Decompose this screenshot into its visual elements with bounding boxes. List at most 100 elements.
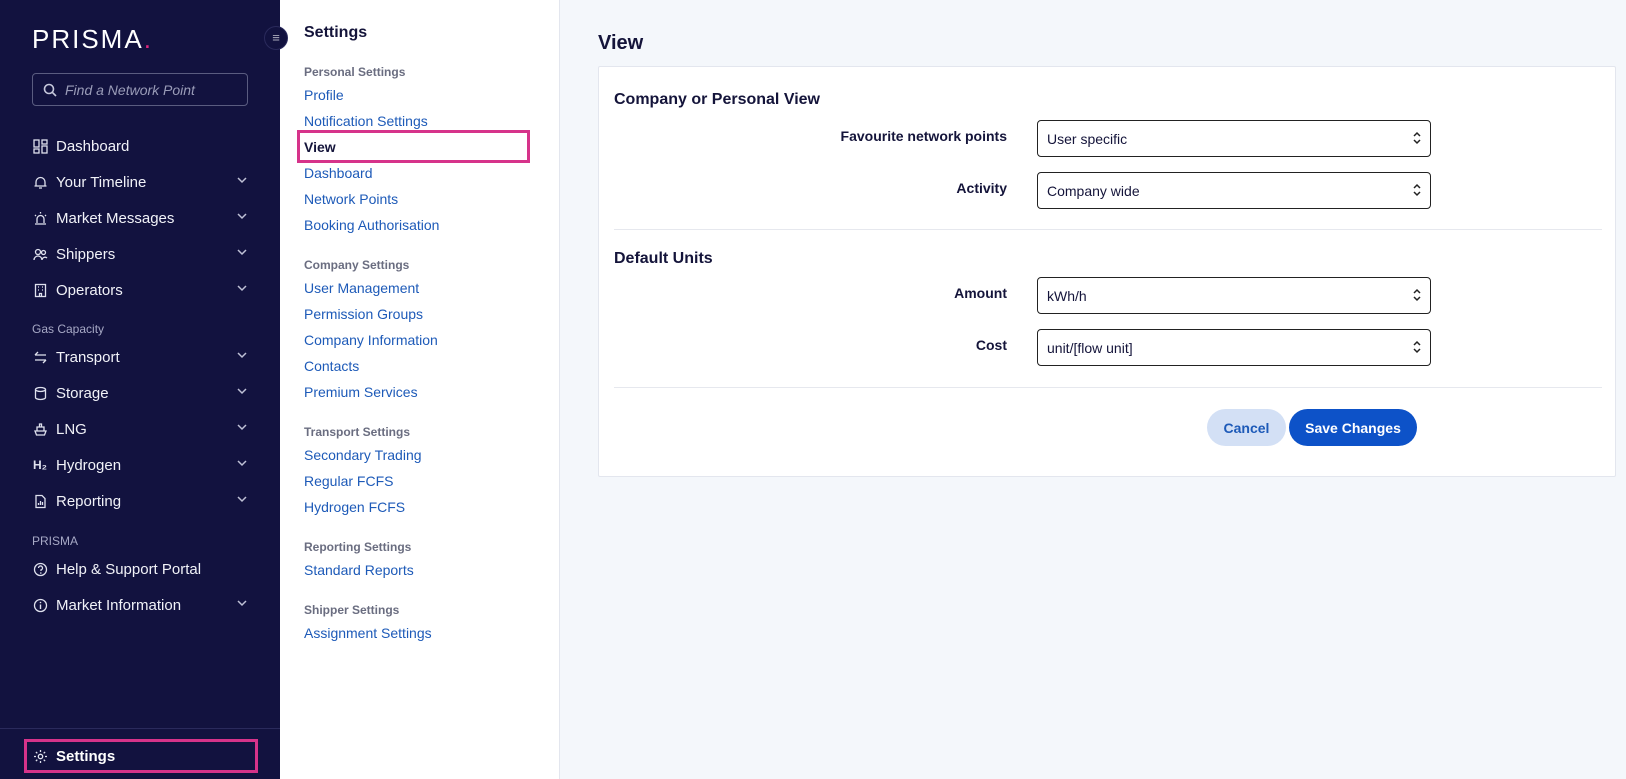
chevron-down-icon: [237, 177, 247, 184]
section-divider: [614, 387, 1602, 388]
select-value: unit/[flow unit]: [1047, 339, 1133, 356]
select-value: kWh/h: [1047, 287, 1087, 304]
select-value: User specific: [1047, 130, 1128, 147]
network-point-search[interactable]: [32, 73, 248, 106]
section-transport-settings: Transport Settings: [304, 425, 411, 439]
nav-settings[interactable]: Settings: [24, 739, 258, 773]
link-dashboard[interactable]: Dashboard: [304, 165, 373, 181]
section-personal-settings: Personal Settings: [304, 65, 406, 79]
nav-reporting[interactable]: Reporting: [32, 489, 248, 513]
database-icon: [32, 385, 48, 401]
collapse-sidebar-button[interactable]: ≡: [264, 26, 288, 50]
link-company-information[interactable]: Company Information: [304, 332, 438, 348]
nav-operators[interactable]: Operators: [32, 278, 248, 302]
nav-label: Transport: [56, 348, 120, 366]
link-notification-settings[interactable]: Notification Settings: [304, 113, 428, 129]
menu-icon: ≡: [272, 30, 280, 45]
select-arrows-icon: [1413, 340, 1421, 354]
nav-label: Storage: [56, 384, 109, 402]
users-icon: [32, 246, 48, 262]
search-icon: [43, 83, 57, 97]
cost-unit-select[interactable]: unit/[flow unit]: [1037, 329, 1431, 366]
nav-dashboard[interactable]: Dashboard: [32, 134, 248, 158]
nav-transport[interactable]: Transport: [32, 345, 248, 369]
nav-label: Operators: [56, 281, 123, 299]
view-settings-card: Company or Personal View Favourite netwo…: [598, 66, 1616, 477]
bell-icon: [32, 174, 48, 190]
chevron-down-icon: [237, 213, 247, 220]
prisma-logo[interactable]: PRISMA.: [32, 24, 153, 55]
nav-label: Your Timeline: [56, 173, 147, 191]
info-icon: [32, 597, 48, 613]
cancel-button[interactable]: Cancel: [1207, 409, 1286, 446]
section-prisma: PRISMA: [32, 534, 79, 548]
nav-market-messages[interactable]: Market Messages: [32, 206, 248, 230]
activity-label: Activity: [956, 180, 1007, 196]
nav-lng[interactable]: LNG: [32, 417, 248, 441]
amount-unit-select[interactable]: kWh/h: [1037, 277, 1431, 314]
nav-label: Settings: [56, 747, 116, 765]
chevron-down-icon: [237, 388, 247, 395]
favourite-network-points-select[interactable]: User specific: [1037, 120, 1431, 157]
help-icon: [32, 561, 48, 577]
nav-label: Help & Support Portal: [56, 560, 202, 578]
settings-submenu: Settings Personal Settings Profile Notif…: [280, 0, 560, 779]
link-user-management[interactable]: User Management: [304, 280, 419, 296]
activity-select[interactable]: Company wide: [1037, 172, 1431, 209]
h2-icon: H₂: [33, 458, 47, 472]
section-company-settings: Company Settings: [304, 258, 410, 272]
nav-hydrogen[interactable]: H₂ Hydrogen: [32, 453, 248, 477]
link-secondary-trading[interactable]: Secondary Trading: [304, 447, 422, 463]
amount-label: Amount: [954, 285, 1007, 301]
select-value: Company wide: [1047, 182, 1140, 199]
submenu-title: Settings: [304, 24, 368, 41]
chevron-down-icon: [237, 352, 247, 359]
link-view[interactable]: View: [304, 139, 336, 155]
main-sidebar: PRISMA. Dashboard Your Timeline Market M…: [0, 0, 280, 779]
section-shipper-settings: Shipper Settings: [304, 603, 400, 617]
link-standard-reports[interactable]: Standard Reports: [304, 562, 414, 578]
nav-market-information[interactable]: Market Information: [32, 593, 248, 617]
transfer-icon: [32, 349, 48, 365]
link-regular-fcfs[interactable]: Regular FCFS: [304, 473, 393, 489]
chevron-down-icon: [237, 424, 247, 431]
link-assignment-settings[interactable]: Assignment Settings: [304, 625, 432, 641]
favourite-label: Favourite network points: [840, 128, 1007, 144]
cost-label: Cost: [975, 337, 1007, 353]
nav-label: LNG: [56, 420, 87, 438]
select-arrows-icon: [1413, 288, 1421, 302]
nav-label: Hydrogen: [56, 456, 122, 474]
link-profile[interactable]: Profile: [304, 87, 344, 103]
nav-label: Shippers: [56, 245, 116, 263]
search-input[interactable]: [65, 81, 235, 98]
link-premium-services[interactable]: Premium Services: [304, 384, 418, 400]
ship-icon: [32, 421, 48, 437]
select-arrows-icon: [1413, 131, 1421, 145]
link-booking-authorisation[interactable]: Booking Authorisation: [304, 217, 439, 233]
save-changes-button[interactable]: Save Changes: [1289, 409, 1417, 446]
link-hydrogen-fcfs[interactable]: Hydrogen FCFS: [304, 499, 405, 515]
section-reporting-settings: Reporting Settings: [304, 540, 412, 554]
chevron-down-icon: [237, 460, 247, 467]
chevron-down-icon: [237, 285, 247, 292]
nav-storage[interactable]: Storage: [32, 381, 248, 405]
link-permission-groups[interactable]: Permission Groups: [304, 306, 423, 322]
nav-help-support[interactable]: Help & Support Portal: [32, 557, 248, 581]
dashboard-icon: [32, 138, 48, 154]
section-title-view: Company or Personal View: [614, 91, 820, 108]
section-title-default-units: Default Units: [614, 250, 713, 267]
nav-shippers[interactable]: Shippers: [32, 242, 248, 266]
select-arrows-icon: [1413, 183, 1421, 197]
gear-icon: [33, 749, 48, 764]
report-icon: [32, 493, 48, 509]
alarm-icon: [32, 210, 48, 226]
nav-your-timeline[interactable]: Your Timeline: [32, 170, 248, 194]
page-title: View: [598, 32, 644, 54]
link-contacts[interactable]: Contacts: [304, 358, 359, 374]
section-gas-capacity: Gas Capacity: [32, 322, 105, 336]
nav-label: Market Messages: [56, 209, 175, 227]
nav-label: Market Information: [56, 596, 182, 614]
chevron-down-icon: [237, 249, 247, 256]
section-divider: [614, 229, 1602, 230]
link-network-points[interactable]: Network Points: [304, 191, 398, 207]
